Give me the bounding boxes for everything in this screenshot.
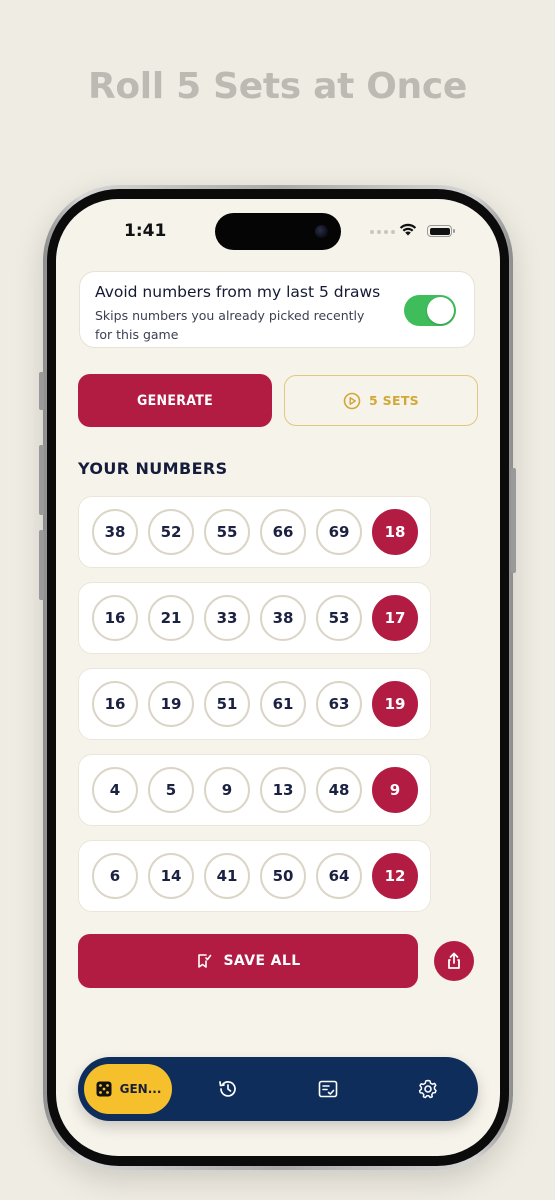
checklist-icon[interactable] (317, 1078, 339, 1100)
five-sets-button[interactable]: 5 SETS (284, 375, 478, 426)
headline: Roll 5 Sets at Once (87, 66, 468, 107)
share-icon (448, 952, 460, 969)
number-ball: 19 (148, 681, 194, 727)
five-sets-label: 5 SETS (369, 393, 419, 408)
number-ball: 33 (204, 595, 250, 641)
number-ball: 52 (148, 509, 194, 555)
mute-switch (39, 372, 44, 410)
volume-up-button (39, 445, 44, 515)
number-ball: 38 (92, 509, 138, 555)
number-set-row: 16 19 51 61 63 19 (78, 668, 431, 740)
number-ball: 64 (316, 853, 362, 899)
number-ball: 41 (204, 853, 250, 899)
section-title: YOUR NUMBERS (78, 459, 228, 478)
avoid-subtitle: Skips numbers you already picked recentl… (95, 308, 365, 342)
number-ball: 61 (260, 681, 306, 727)
number-ball: 53 (316, 595, 362, 641)
number-ball: 63 (316, 681, 362, 727)
nav-active-label: GEN... (119, 1082, 162, 1096)
volume-down-button (39, 530, 44, 600)
bottom-nav: GEN... (78, 1057, 478, 1121)
camera-icon (315, 225, 328, 238)
number-ball: 9 (204, 767, 250, 813)
dice-icon (96, 1081, 112, 1097)
number-ball: 51 (204, 681, 250, 727)
share-button[interactable] (434, 941, 474, 981)
number-ball: 16 (92, 681, 138, 727)
number-ball: 6 (92, 853, 138, 899)
power-button (511, 468, 516, 573)
bonus-ball: 9 (372, 767, 418, 813)
number-ball: 48 (316, 767, 362, 813)
number-ball: 14 (148, 853, 194, 899)
number-set-row: 16 21 33 38 53 17 (78, 582, 431, 654)
avoid-toggle[interactable] (404, 295, 456, 326)
app-screen: 1:41 Avoid numbers from my last 5 draws … (56, 199, 500, 1156)
number-ball: 38 (260, 595, 306, 641)
settings-icon[interactable] (417, 1078, 439, 1100)
bonus-ball: 12 (372, 853, 418, 899)
signal-icon (370, 230, 395, 234)
play-circle-icon (343, 392, 361, 409)
save-all-button[interactable]: SAVE ALL (78, 934, 418, 988)
generate-button[interactable]: GENERATE (78, 374, 272, 427)
battery-icon (427, 225, 455, 237)
save-all-label: SAVE ALL (223, 953, 301, 969)
history-icon[interactable] (217, 1078, 239, 1100)
number-set-row: 4 5 9 13 48 9 (78, 754, 431, 826)
bonus-ball: 17 (372, 595, 418, 641)
number-ball: 21 (148, 595, 194, 641)
number-ball: 4 (92, 767, 138, 813)
dynamic-island (215, 213, 341, 250)
number-set-row: 38 52 55 66 69 18 (78, 496, 431, 568)
status-time: 1:41 (124, 221, 167, 241)
bonus-ball: 18 (372, 509, 418, 555)
number-ball: 69 (316, 509, 362, 555)
avoid-recent-card: Avoid numbers from my last 5 draws Skips… (79, 271, 475, 348)
number-ball: 16 (92, 595, 138, 641)
number-ball: 50 (260, 853, 306, 899)
number-ball: 5 (148, 767, 194, 813)
bonus-ball: 19 (372, 681, 418, 727)
number-ball: 13 (260, 767, 306, 813)
number-set-row: 6 14 41 50 64 12 (78, 840, 431, 912)
number-sets-list: 38 52 55 66 69 18 16 21 33 38 53 17 16 1… (78, 496, 431, 926)
avoid-title: Avoid numbers from my last 5 draws (95, 283, 381, 301)
save-list-icon (198, 954, 212, 968)
number-ball: 66 (260, 509, 306, 555)
wifi-icon (399, 223, 417, 236)
number-ball: 55 (204, 509, 250, 555)
toggle-knob (427, 297, 454, 324)
nav-item-generate[interactable]: GEN... (84, 1064, 172, 1114)
